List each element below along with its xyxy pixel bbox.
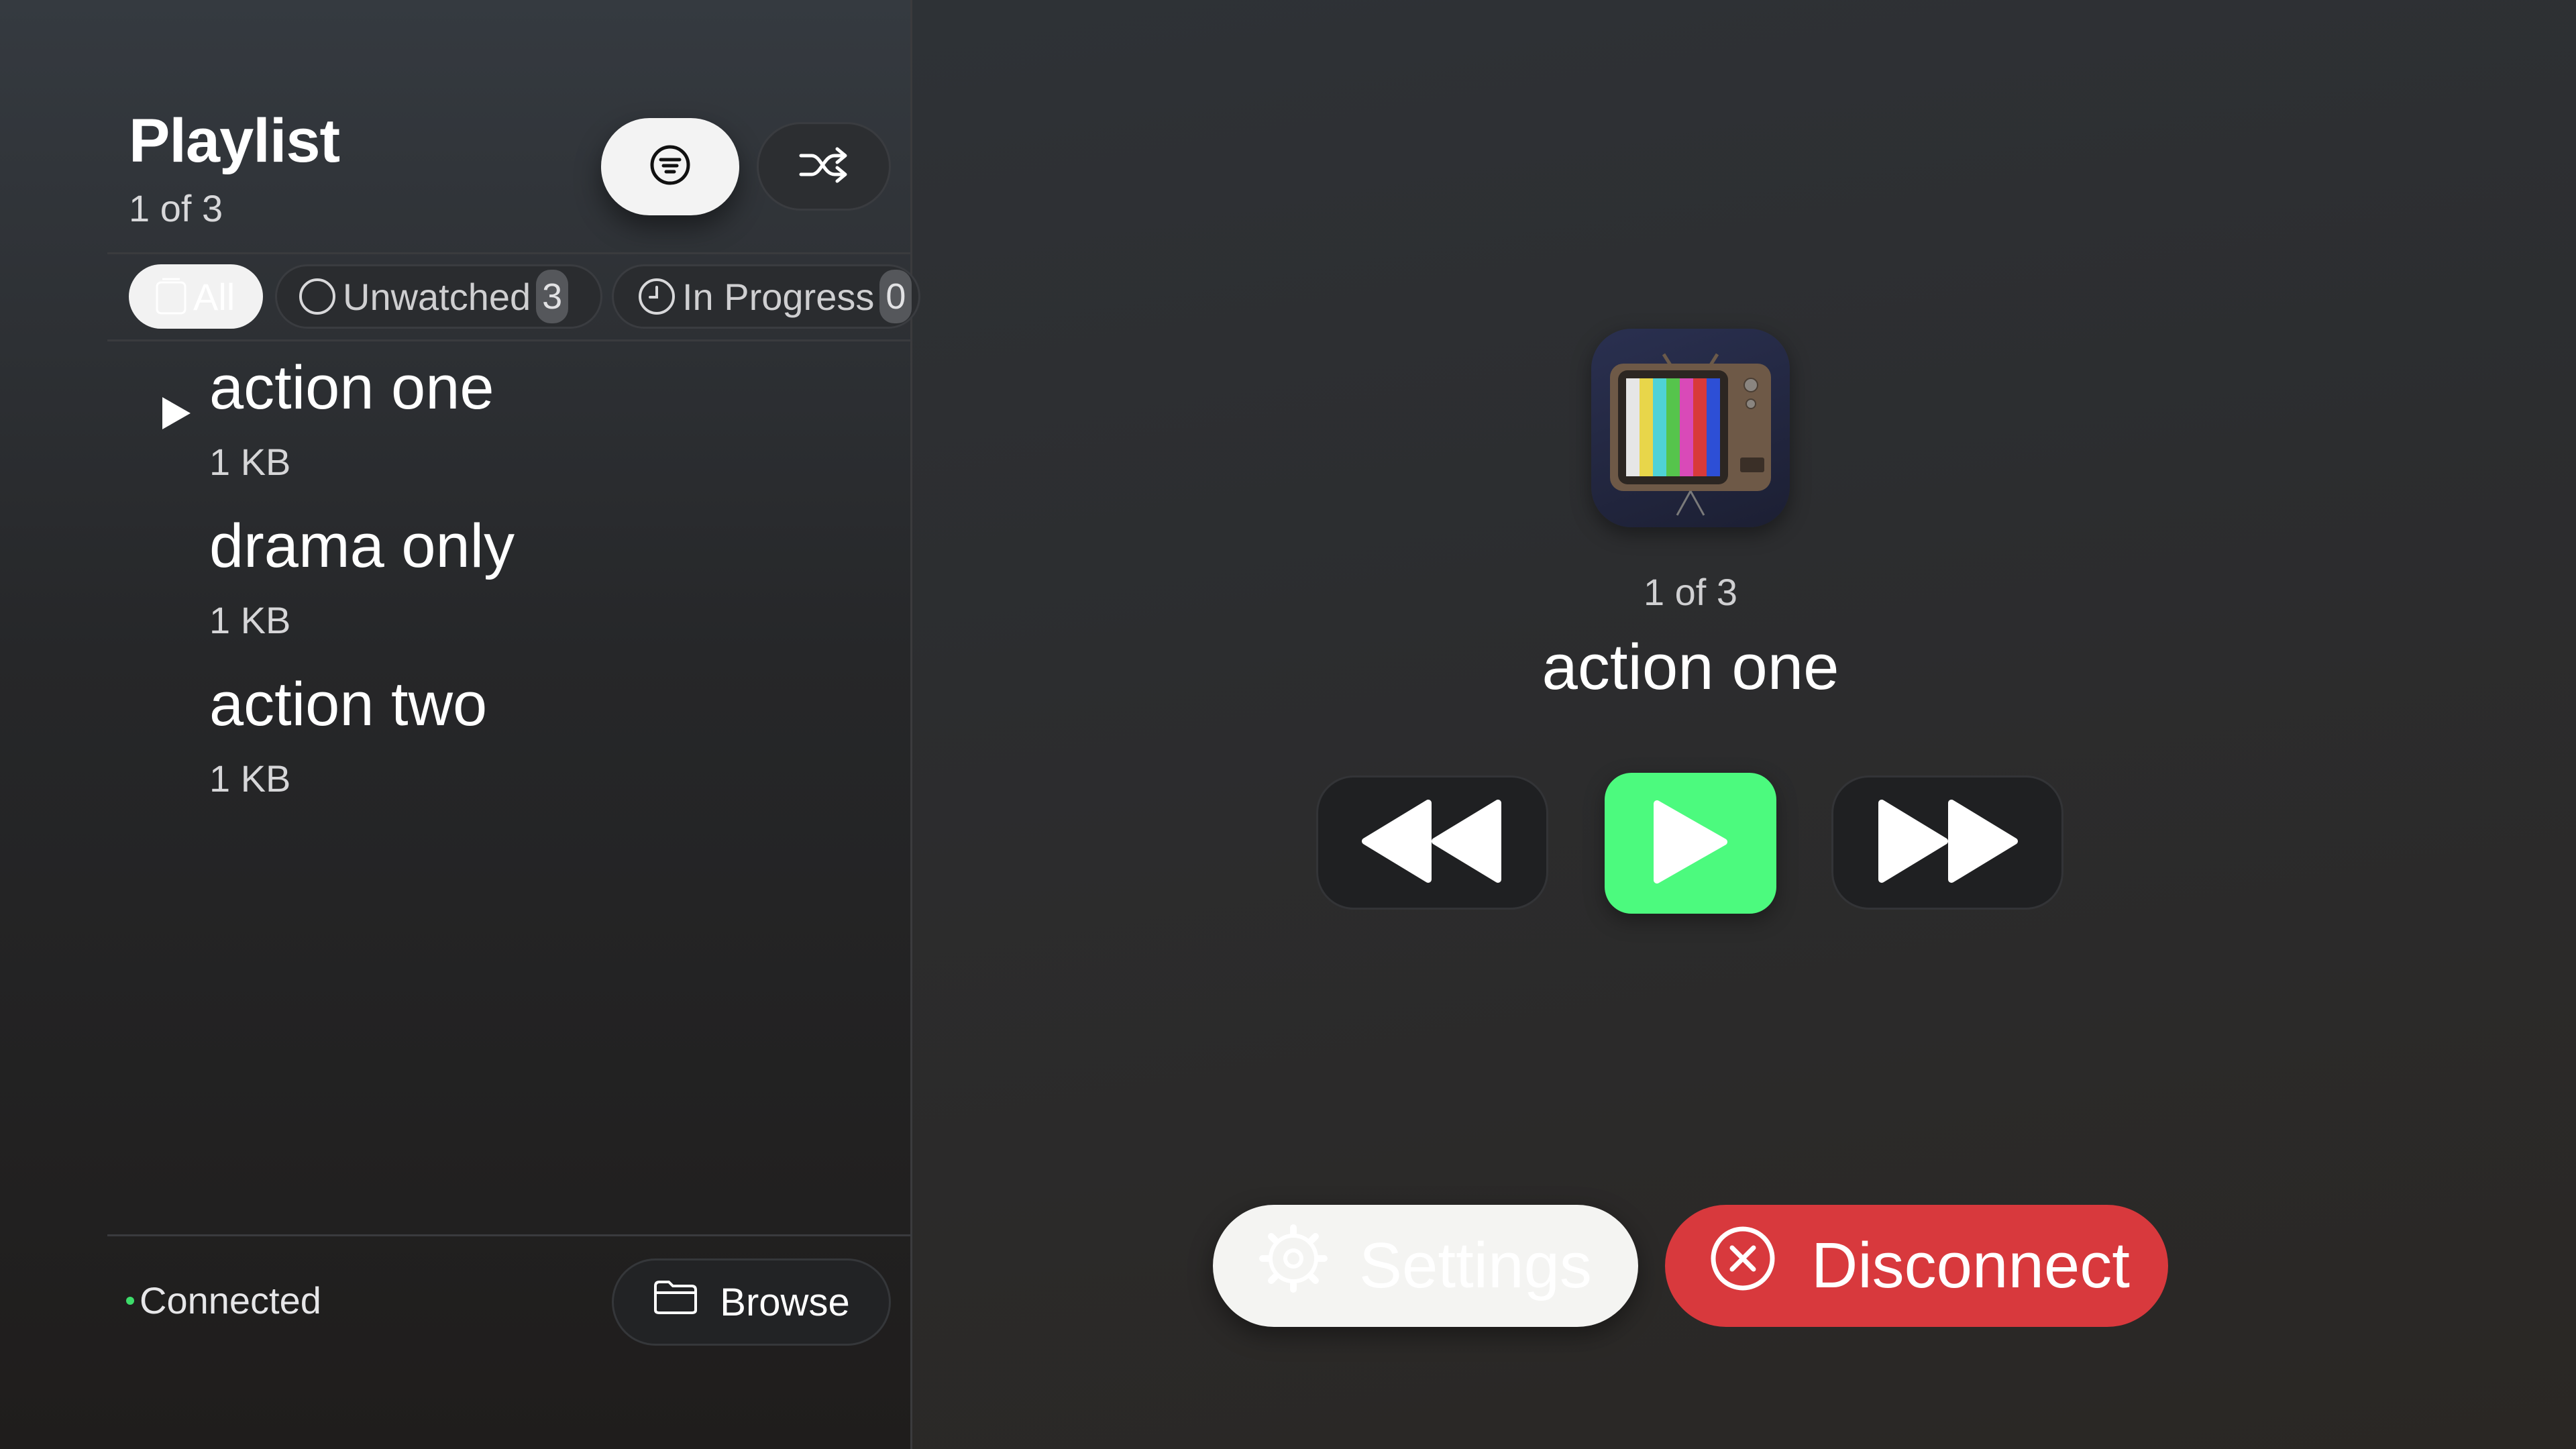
folder-icon — [653, 1279, 720, 1325]
playlist-item-size: 1 KB — [209, 441, 291, 483]
play-icon — [1650, 798, 1731, 889]
play-button[interactable] — [1605, 773, 1776, 914]
playlist-item-size: 1 KB — [209, 599, 291, 641]
fast-forward-button[interactable] — [1831, 775, 2063, 910]
header-divider — [107, 252, 912, 254]
filter-chip-all-label: All — [193, 275, 235, 318]
unwatched-count-badge: 3 — [536, 270, 569, 323]
fast-forward-icon — [1874, 798, 2021, 888]
playlist-item[interactable]: action two 1 KB — [209, 671, 487, 800]
clock-icon — [637, 276, 677, 317]
rewind-icon — [1358, 798, 1506, 888]
settings-button[interactable]: Settings — [1213, 1205, 1638, 1327]
filter-chip-all[interactable]: All — [129, 264, 263, 329]
filter-lines-icon — [649, 144, 692, 190]
browse-label: Browse — [720, 1280, 850, 1324]
now-playing-title: action one — [1542, 631, 1839, 703]
status-dot — [126, 1296, 134, 1305]
all-items-icon — [154, 277, 188, 316]
filter-chip-unwatched[interactable]: Unwatched 3 — [275, 264, 602, 329]
filter-button[interactable] — [601, 118, 739, 215]
shuffle-button[interactable] — [757, 122, 891, 211]
shuffle-icon — [798, 144, 849, 190]
playlist-position: 1 of 3 — [129, 187, 223, 229]
playlist-item-title: action two — [209, 670, 488, 739]
playlist-item-size: 1 KB — [209, 757, 291, 800]
playlist-item-title: action one — [209, 354, 494, 422]
connection-status: Connected — [126, 1279, 321, 1322]
playlist-title: Playlist — [129, 107, 340, 175]
gear-icon — [1258, 1224, 1359, 1309]
filter-chip-in-progress-label: In Progress — [682, 275, 875, 318]
connection-status-label: Connected — [140, 1279, 321, 1322]
playlist-item[interactable]: action one 1 KB — [209, 354, 494, 484]
disconnect-label: Disconnect — [1811, 1230, 2130, 1301]
filter-divider — [107, 339, 912, 341]
x-circle-icon — [1708, 1224, 1811, 1309]
now-playing-position: 1 of 3 — [1643, 571, 1738, 613]
play-triangle-icon — [160, 394, 193, 435]
retro-tv-icon — [1591, 329, 1790, 527]
playlist-sidebar: Playlist 1 of 3 All Unwatched 3 In Progr… — [0, 0, 920, 1449]
playlist-item-title: drama only — [209, 512, 515, 580]
footer-divider — [107, 1234, 912, 1236]
circle-icon — [297, 276, 337, 317]
rewind-button[interactable] — [1316, 775, 1548, 910]
filter-chip-in-progress[interactable]: In Progress 0 — [612, 264, 920, 329]
in-progress-count-badge: 0 — [879, 270, 912, 323]
disconnect-button[interactable]: Disconnect — [1665, 1205, 2168, 1327]
filter-chip-unwatched-label: Unwatched — [343, 275, 531, 318]
settings-label: Settings — [1359, 1230, 1592, 1301]
playlist-item[interactable]: drama only 1 KB — [209, 513, 515, 642]
browse-button[interactable]: Browse — [612, 1258, 891, 1346]
